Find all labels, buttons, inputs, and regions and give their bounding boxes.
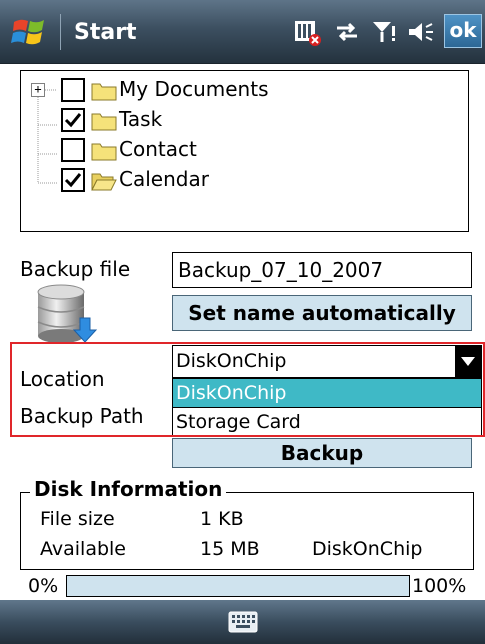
- checkbox-task[interactable]: [61, 108, 85, 132]
- tree-item-calendar[interactable]: Calendar: [119, 166, 209, 192]
- checkbox-calendar[interactable]: [61, 168, 85, 192]
- progress-min-label: 0%: [28, 575, 59, 597]
- progress-max-label: 100%: [412, 575, 467, 597]
- sim-missing-icon[interactable]: [292, 18, 322, 46]
- title-bar: Start ok: [0, 0, 485, 64]
- ok-button[interactable]: ok: [444, 14, 482, 48]
- checkbox-my-documents[interactable]: [61, 78, 85, 102]
- data-connection-icon[interactable]: [333, 18, 361, 46]
- folder-icon: [91, 113, 117, 131]
- file-size-label: File size: [40, 508, 115, 530]
- tree-item-task[interactable]: Task: [119, 106, 162, 132]
- disk-information-title: Disk Information: [30, 476, 227, 502]
- open-folder-icon: [91, 173, 117, 191]
- volume-icon[interactable]: [405, 18, 435, 46]
- backup-file-label: Backup file: [20, 257, 131, 281]
- backup-button[interactable]: Backup: [172, 438, 472, 468]
- set-name-automatically-button[interactable]: Set name automatically: [172, 295, 472, 331]
- signal-icon[interactable]: [370, 18, 398, 46]
- backup-progress-bar: [66, 575, 410, 597]
- backup-file-input[interactable]: Backup_07_10_2007: [172, 252, 472, 288]
- start-menu-title[interactable]: Start: [74, 20, 137, 45]
- expand-toggle[interactable]: +: [31, 83, 45, 97]
- folder-icon: [91, 83, 117, 101]
- highlight-box: [10, 342, 485, 437]
- title-separator: [60, 14, 61, 50]
- backup-items-tree: + My Documents Task Contact Calendar: [20, 70, 469, 232]
- keyboard-icon[interactable]: [228, 611, 258, 633]
- available-label: Available: [40, 538, 127, 560]
- tree-item-my-documents[interactable]: My Documents: [119, 76, 268, 102]
- available-value: 15 MB: [200, 538, 260, 560]
- file-size-value: 1 KB: [200, 508, 244, 530]
- folder-icon: [91, 143, 117, 161]
- windows-logo-icon[interactable]: [10, 12, 50, 52]
- tree-item-contact[interactable]: Contact: [119, 136, 197, 162]
- soft-key-bar: [0, 600, 485, 644]
- available-device: DiskOnChip: [312, 538, 423, 560]
- checkbox-contact[interactable]: [61, 138, 85, 162]
- database-backup-icon: [37, 284, 98, 343]
